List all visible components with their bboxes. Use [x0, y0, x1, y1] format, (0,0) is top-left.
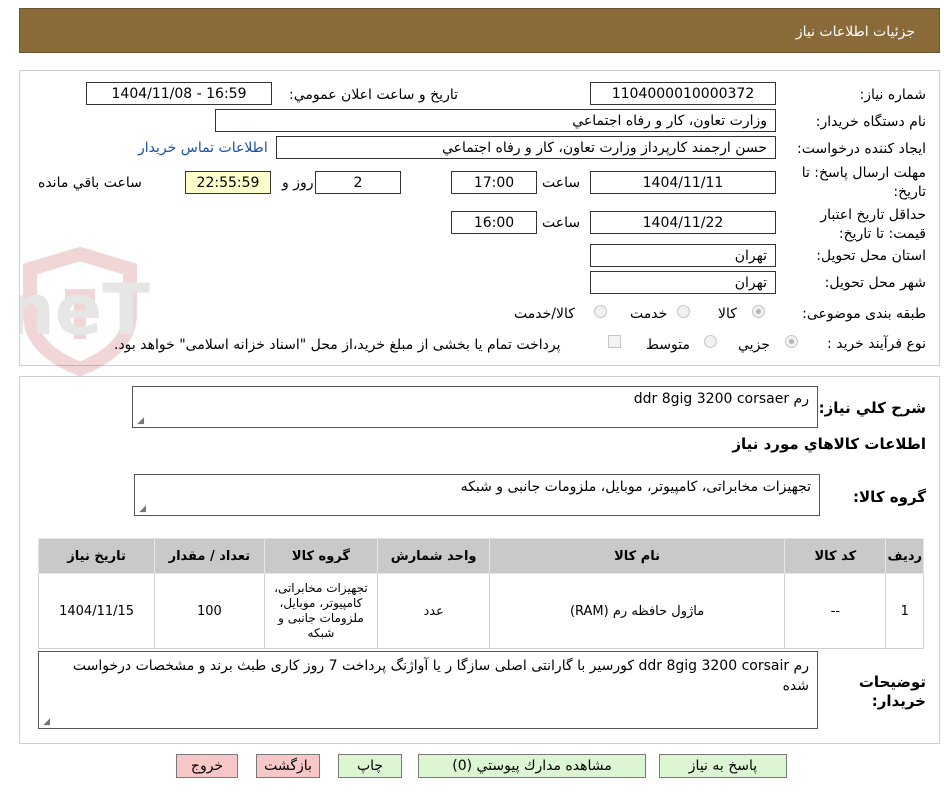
remaining-label: ساعت باقي مانده: [38, 175, 142, 191]
category-service-radio[interactable]: [677, 305, 690, 318]
city-label: شهر محل تحويل:: [824, 275, 926, 291]
buyer-notes-label-line1: توضيحات: [858, 673, 926, 691]
city-field: تهران: [590, 271, 776, 294]
cell-row: 1: [885, 573, 924, 649]
deadline-date-field: 1404/11/11: [590, 171, 776, 194]
goods-group-text: تجهيزات مخابراتی، کامپيوتر، موبايل، ملزو…: [460, 479, 811, 495]
cell-date: 1404/11/15: [37, 573, 156, 649]
cell-group: تجهيزات مخابراتی، کامپيوتر، موبايل، ملزو…: [263, 573, 379, 649]
remaining-time-field: 22:55:59: [185, 171, 271, 194]
validity-time-label: ساعت: [542, 215, 581, 231]
days-field: 2: [315, 171, 401, 194]
cell-code: --: [784, 573, 887, 649]
need-number-label: شماره نياز:: [859, 87, 927, 103]
days-and-label: روز و: [282, 175, 314, 191]
cell-unit: عدد: [377, 573, 490, 649]
reply-button[interactable]: پاسخ به نياز: [659, 754, 787, 778]
col-header-code: کد کالا: [784, 538, 887, 574]
table-header-row: رديف کد کالا نام کالا واحد شمارش گروه کا…: [37, 538, 924, 574]
goods-table: رديف کد کالا نام کالا واحد شمارش گروه کا…: [37, 538, 924, 649]
deadline-time-field: 17:00: [451, 171, 537, 194]
table-row: 1 -- ماژول حافظه رم (RAM) عدد تجهيزات مخ…: [37, 573, 924, 649]
resize-grip-icon[interactable]: ◢: [138, 505, 146, 514]
process-label: نوع فرآيند خريد :: [827, 336, 926, 352]
page-title: جزئيات اطلاعات نياز: [795, 24, 915, 40]
province-label: استان محل تحويل:: [816, 248, 926, 264]
buyer-notes-text: رم ddr 8gig 3200 corsair کورسير با گاران…: [72, 658, 809, 694]
goods-group-textarea[interactable]: تجهيزات مخابراتی، کامپيوتر، موبايل، ملزو…: [134, 474, 820, 516]
need-number-field: 1104000010000372: [590, 82, 776, 105]
validity-date-field: 1404/11/22: [590, 211, 776, 234]
page-header: جزئيات اطلاعات نياز: [19, 8, 940, 53]
category-goods-label: کالا: [718, 306, 737, 322]
validity-time-field: 16:00: [451, 211, 537, 234]
buyer-org-field: وزارت تعاون، کار و رفاه اجتماعي: [215, 109, 776, 132]
print-button[interactable]: چاپ: [338, 754, 402, 778]
resize-grip-icon[interactable]: ◢: [42, 718, 50, 727]
category-both-label: کالا/خدمت: [514, 306, 575, 322]
requester-label: ايجاد کننده درخواست:: [797, 141, 926, 157]
process-medium-label: متوسط: [646, 337, 690, 353]
process-medium-radio[interactable]: [704, 335, 717, 348]
back-button[interactable]: بازگشت: [256, 754, 320, 778]
deadline-label-line2: تاريخ:: [893, 184, 926, 200]
cell-name: ماژول حافظه رم (RAM): [488, 573, 786, 649]
deadline-time-label: ساعت: [542, 175, 581, 191]
category-both-radio[interactable]: [594, 305, 607, 318]
exit-button[interactable]: خروج: [176, 754, 238, 778]
general-desc-textarea[interactable]: رم ddr 8gig 3200 corsaer ◢: [132, 386, 818, 428]
announce-field: 1404/11/08 - 16:59: [86, 82, 272, 105]
deadline-label-line1: مهلت ارسال پاسخ: تا: [801, 165, 926, 181]
buyer-org-label: نام دستگاه خريدار:: [815, 114, 926, 130]
validity-label-line2: قيمت: تا تاريخ:: [838, 226, 926, 242]
resize-grip-icon[interactable]: ◢: [136, 417, 144, 426]
col-header-date: تاريخ نياز: [37, 538, 156, 574]
announce-label: تاريخ و ساعت اعلان عمومي:: [289, 87, 458, 103]
attachments-button[interactable]: مشاهده مدارك پيوستي (0): [418, 754, 646, 778]
cell-qty: 100: [154, 573, 265, 649]
col-header-group: گروه کالا: [263, 538, 379, 574]
contact-info-link[interactable]: اطلاعات تماس خريدار: [138, 140, 268, 156]
col-header-name: نام کالا: [488, 538, 786, 574]
process-minor-radio[interactable]: [785, 335, 798, 348]
category-goods-radio[interactable]: [752, 305, 765, 318]
general-desc-text: رم ddr 8gig 3200 corsaer: [633, 391, 809, 407]
process-minor-label: جزيي: [738, 337, 770, 353]
validity-label-line1: حداقل تاريخ اعتبار: [820, 207, 926, 223]
general-desc-label: شرح کلي نياز:: [818, 399, 926, 417]
category-service-label: خدمت: [630, 306, 668, 322]
col-header-unit: واحد شمارش: [377, 538, 490, 574]
requester-field: حسن ارجمند کارپرداز وزارت تعاون، کار و ر…: [276, 136, 776, 159]
treasury-checkbox[interactable]: [608, 335, 621, 348]
col-header-qty: تعداد / مقدار: [154, 538, 265, 574]
buyer-notes-textarea[interactable]: رم ddr 8gig 3200 corsair کورسير با گاران…: [38, 651, 818, 729]
buyer-notes-label-line2: خريدار:: [871, 692, 926, 710]
goods-info-title: اطلاعات کالاهاي مورد نياز: [732, 435, 926, 453]
goods-group-label: گروه کالا:: [853, 488, 926, 506]
province-field: تهران: [590, 244, 776, 267]
payment-note: پرداخت تمام يا بخشی از مبلغ خريد،از محل …: [114, 337, 561, 353]
category-label: طبقه بندی موضوعی:: [802, 306, 926, 322]
col-header-row: رديف: [885, 538, 924, 574]
